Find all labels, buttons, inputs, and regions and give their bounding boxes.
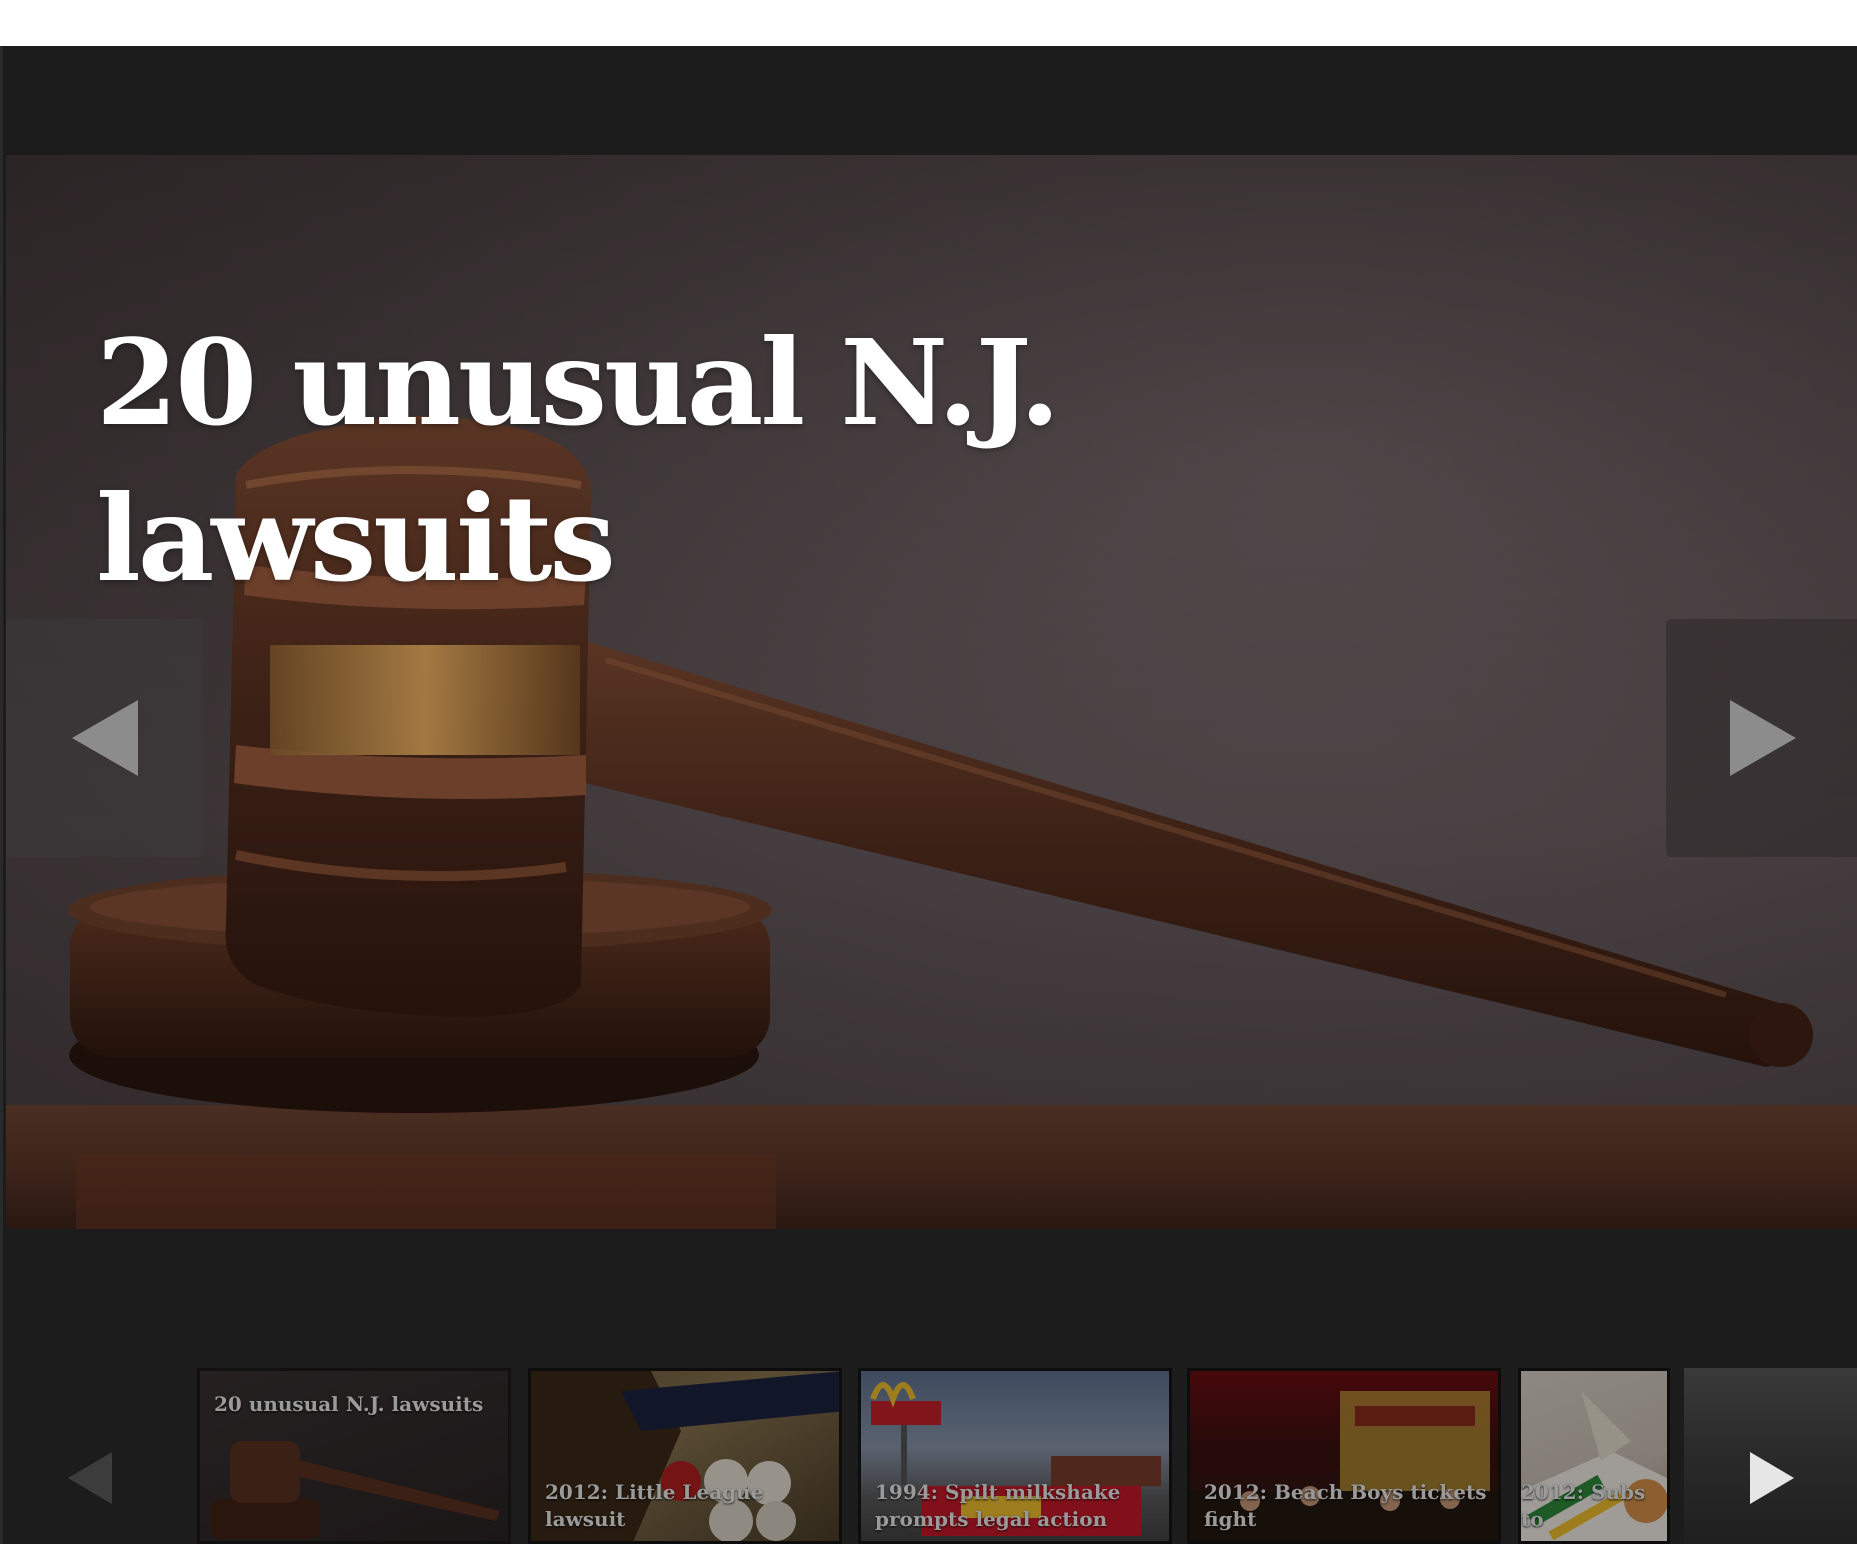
thumbnail-strip: 20 unusual N.J. lawsuits 2012: Little Le… (0, 1368, 1857, 1544)
gallery-top-bar (3, 46, 1857, 155)
thumbnail-label: 2012: Little League lawsuit (545, 1480, 764, 1531)
triangle-left-icon (71, 700, 138, 776)
next-slide-button[interactable] (1666, 619, 1857, 857)
thumbnail-item[interactable]: 2012: Little League lawsuit (528, 1368, 842, 1544)
slideshow-gallery: 20 unusual N.J. lawsuits (0, 46, 1857, 1544)
thumbnail-label: 20 unusual N.J. lawsuits (214, 1392, 484, 1416)
thumbnail-item[interactable]: 2012: Subs to (1518, 1368, 1670, 1544)
slide-title: 20 unusual N.J. lawsuits (96, 313, 1060, 608)
thumbnail-label: 1994: Spilt milkshake prompts legal acti… (875, 1480, 1121, 1531)
slide-image: 20 unusual N.J. lawsuits (6, 155, 1857, 1229)
thumbnail-item[interactable]: 1994: Spilt milkshake prompts legal acti… (858, 1368, 1172, 1544)
thumbnail-item[interactable]: 2012: Beach Boys tickets fight (1187, 1368, 1501, 1544)
thumbnail-item[interactable]: 20 unusual N.J. lawsuits (197, 1368, 511, 1544)
thumbnail-label: 2012: Beach Boys tickets fight (1204, 1480, 1487, 1531)
thumbnail-label: 2012: Subs to (1521, 1480, 1646, 1531)
previous-slide-button[interactable] (6, 619, 203, 857)
thumbnails-next-button[interactable] (1684, 1368, 1857, 1544)
thumbnails-previous-button[interactable] (0, 1368, 190, 1544)
triangle-right-icon (1750, 1452, 1794, 1504)
triangle-left-icon (68, 1452, 112, 1504)
triangle-right-icon (1730, 700, 1796, 776)
